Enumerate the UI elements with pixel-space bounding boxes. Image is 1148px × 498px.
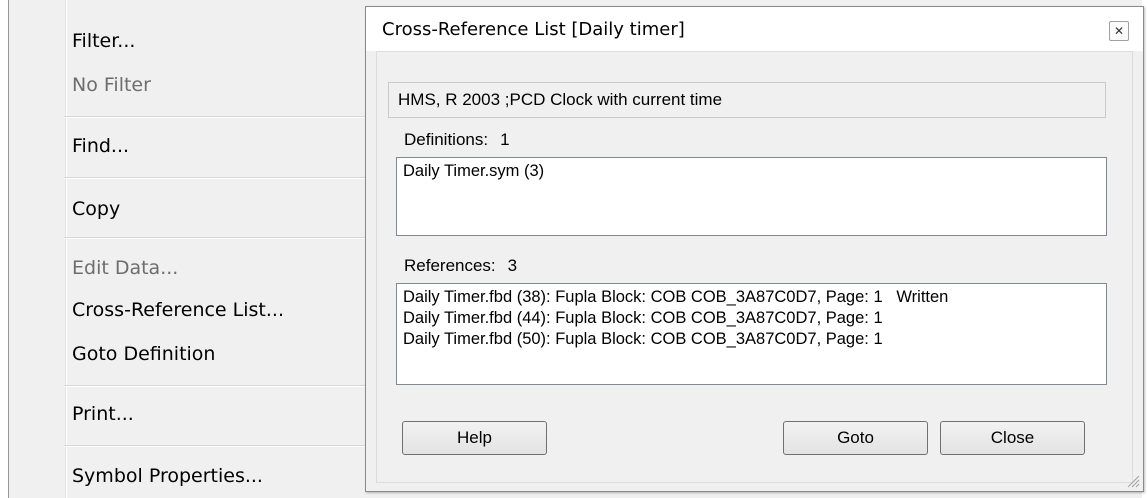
close-x-icon[interactable]: ✕ [1109,21,1129,41]
menu-item-cross-reference-list[interactable]: Cross-Reference List... [72,294,284,326]
reference-item[interactable]: Daily Timer.fbd (38): Fupla Block: COB C… [403,287,1100,308]
definitions-listbox[interactable]: Daily Timer.sym (3) [396,157,1107,236]
definition-item[interactable]: Daily Timer.sym (3) [403,161,1100,182]
menu-item-print[interactable]: Print... [72,398,134,430]
cross-reference-dialog: Cross-Reference List [Daily timer] ✕ HMS… [365,6,1144,492]
definitions-label: Definitions: 1 [404,130,510,150]
menu-item-filter[interactable]: Filter... [72,25,135,57]
goto-button[interactable]: Goto [783,421,928,455]
menu-item-edit-data: Edit Data... [72,257,179,279]
references-listbox[interactable]: Daily Timer.fbd (38): Fupla Block: COB C… [396,283,1107,385]
dialog-title: Cross-Reference List [Daily timer] [382,19,685,40]
menu-item-no-filter: No Filter [72,74,151,96]
menu-item-symbol-properties[interactable]: Symbol Properties... [72,460,263,492]
references-count: 3 [507,256,518,275]
menu-icon-gutter-separator [65,0,67,498]
definitions-count: 1 [500,130,510,149]
help-button[interactable]: Help [402,421,547,455]
menu-item-copy[interactable]: Copy [72,193,120,225]
menu-item-find[interactable]: Find... [72,130,129,162]
references-label: References: 3 [404,256,517,276]
close-button[interactable]: Close [940,421,1085,455]
reference-item[interactable]: Daily Timer.fbd (44): Fupla Block: COB C… [403,308,1100,329]
symbol-info-field: HMS, R 2003 ;PCD Clock with current time [388,82,1106,118]
resize-grip-icon[interactable] [1124,472,1140,488]
definitions-label-text: Definitions: [404,130,489,149]
references-label-text: References: [404,256,496,275]
dialog-titlebar[interactable]: Cross-Reference List [Daily timer] ✕ [366,7,1143,51]
menu-item-goto-definition[interactable]: Goto Definition [72,338,215,370]
reference-item[interactable]: Daily Timer.fbd (50): Fupla Block: COB C… [403,329,1100,350]
